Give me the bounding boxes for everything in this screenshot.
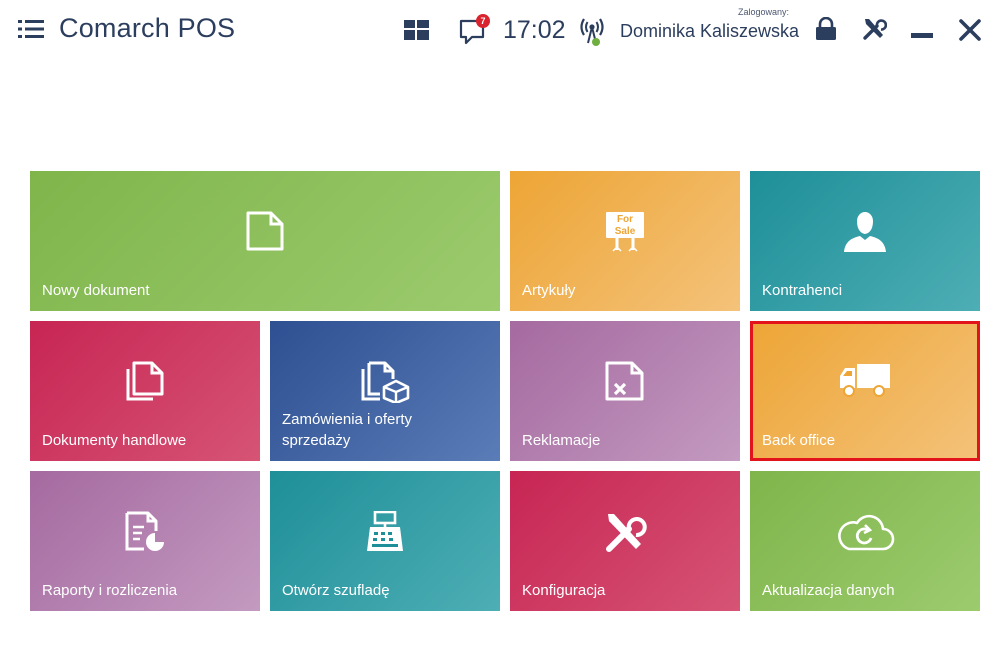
- clock: 17:02: [503, 16, 566, 44]
- new-document-icon: [246, 211, 284, 251]
- tile-contractors[interactable]: Kontrahenci: [750, 171, 980, 311]
- document-x-icon: [605, 361, 644, 401]
- logged-in-label: Zalogowany:: [738, 7, 790, 17]
- title-bar: Comarch POS 7 17:02 Zalogowany: Dominika…: [0, 0, 993, 60]
- for-sale-sign-icon: For Sale: [606, 212, 644, 252]
- tiles-view-icon[interactable]: [404, 20, 429, 40]
- tile-back-office[interactable]: Back office: [750, 321, 980, 461]
- svg-text:For: For: [617, 214, 633, 225]
- tile-label: Dokumenty handlowe: [42, 432, 187, 449]
- tile-label: Aktualizacja danych: [762, 582, 895, 599]
- documents-box-icon: [361, 361, 410, 403]
- tile-label: Konfiguracja: [522, 582, 606, 599]
- tile-orders-offers[interactable]: Zamówienia i oferty sprzedaży: [270, 321, 500, 461]
- tile-label: Raporty i rozliczenia: [42, 582, 178, 599]
- tile-data-update[interactable]: Aktualizacja danych: [750, 471, 980, 611]
- tile-label: Artykuły: [522, 282, 576, 299]
- tile-complaints[interactable]: Reklamacje: [510, 321, 740, 461]
- cloud-sync-icon: [838, 514, 895, 551]
- tile-trade-documents[interactable]: Dokumenty handlowe: [30, 321, 260, 461]
- tile-configuration[interactable]: Konfiguracja: [510, 471, 740, 611]
- connection-status-icon: [580, 18, 604, 46]
- notification-badge: 7: [476, 14, 490, 28]
- cash-register-icon: [367, 511, 403, 551]
- app-title: Comarch POS: [59, 13, 236, 43]
- tile-label: Back office: [762, 432, 836, 449]
- tile-label: Zamówienia i oferty sprzedaży: [282, 411, 413, 449]
- tile-label: Reklamacje: [522, 432, 601, 449]
- tile-open-drawer[interactable]: Otwórz szufladę: [270, 471, 500, 611]
- report-chart-icon: [125, 511, 164, 551]
- person-icon: [844, 212, 886, 252]
- svg-text:Sale: Sale: [615, 226, 636, 237]
- hamburger-menu-icon[interactable]: [18, 19, 44, 39]
- tile-new-document[interactable]: Nowy dokument: [30, 171, 500, 311]
- lock-icon[interactable]: [814, 17, 838, 41]
- close-icon[interactable]: [958, 18, 982, 42]
- user-name: Dominika Kaliszewska: [620, 21, 800, 41]
- tools-icon: [606, 514, 647, 552]
- tile-articles[interactable]: For Sale Artykuły: [510, 171, 740, 311]
- settings-tools-icon[interactable]: [861, 16, 887, 42]
- tile-label: Nowy dokument: [42, 282, 150, 299]
- tile-label: Kontrahenci: [762, 282, 843, 299]
- minimize-icon[interactable]: [911, 33, 933, 38]
- tile-label: Otwórz szufladę: [282, 582, 390, 599]
- tile-reports[interactable]: Raporty i rozliczenia: [30, 471, 260, 611]
- documents-icon: [126, 361, 164, 401]
- truck-icon: [840, 364, 890, 397]
